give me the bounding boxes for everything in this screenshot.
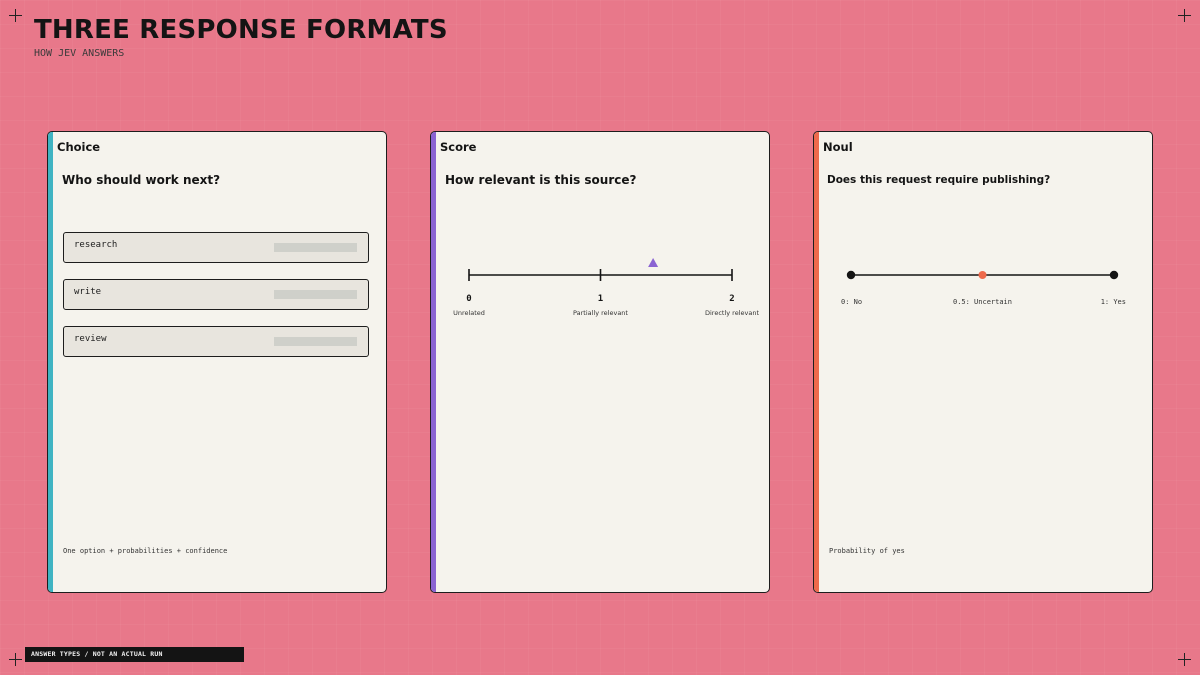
noul-point-label: 0: No xyxy=(841,298,862,306)
option-research[interactable]: research xyxy=(63,232,369,263)
choice-accent-stripe xyxy=(48,132,53,592)
option-label: write xyxy=(74,287,102,297)
noul-point-highlighted xyxy=(978,271,987,279)
noul-point-label: 0.5: Uncertain xyxy=(953,298,1012,306)
noul-question: Does this request require publishing? xyxy=(827,174,1051,186)
noul-footnote: Probability of yes xyxy=(829,547,905,555)
score-tick-caption: Directly relevant xyxy=(705,309,759,317)
score-tick-value: 0 xyxy=(466,294,471,304)
footer-caption-bar: ANSWER TYPES / NOT AN ACTUAL RUN xyxy=(25,647,244,662)
page-subtitle: HOW JEV ANSWERS xyxy=(34,48,125,59)
option-label: review xyxy=(74,334,107,344)
triangle-marker-icon xyxy=(648,258,659,267)
score-panel: Score How relevant is this source? 0 Unre… xyxy=(430,131,770,593)
option-write[interactable]: write xyxy=(63,279,369,310)
choice-panel-label: Choice xyxy=(57,140,101,154)
choice-question: Who should work next? xyxy=(62,173,221,187)
score-question: How relevant is this source? xyxy=(445,173,637,187)
corner-mark-top-right xyxy=(1178,9,1191,22)
score-tick-caption: Partially relevant xyxy=(573,309,628,317)
corner-mark-top-left xyxy=(9,9,22,22)
noul-point xyxy=(846,270,856,280)
score-tick-value: 2 xyxy=(729,294,734,304)
option-review[interactable]: review xyxy=(63,326,369,357)
probability-placeholder-bar xyxy=(274,243,357,252)
noul-point xyxy=(1109,270,1119,280)
corner-mark-bottom-left xyxy=(9,653,22,666)
score-scale: 0 Unrelated 1 Partially relevant 2 Directly r… xyxy=(453,258,759,317)
noul-point-label: 1: Yes xyxy=(1101,298,1126,306)
noul-scale: 0: No 0.5: Uncertain 1: Yes xyxy=(841,270,1126,306)
option-label: research xyxy=(74,240,118,250)
footer-caption: ANSWER TYPES / NOT AN ACTUAL RUN xyxy=(31,650,163,658)
score-panel-label: Score xyxy=(440,140,477,154)
score-tick-caption: Unrelated xyxy=(453,309,485,317)
page-title: THREE RESPONSE FORMATS xyxy=(34,15,448,45)
probability-placeholder-bar xyxy=(274,290,357,299)
choice-footnote: One option + probabilities + confidence xyxy=(63,547,228,555)
corner-mark-bottom-right xyxy=(1178,653,1191,666)
score-tick-value: 1 xyxy=(598,294,603,304)
choice-panel: Choice Who should work next? research wr… xyxy=(47,131,387,593)
noul-panel: Noul Does this request require publishin… xyxy=(813,131,1153,593)
probability-placeholder-bar xyxy=(274,337,357,346)
noul-panel-label: Noul xyxy=(823,140,853,154)
